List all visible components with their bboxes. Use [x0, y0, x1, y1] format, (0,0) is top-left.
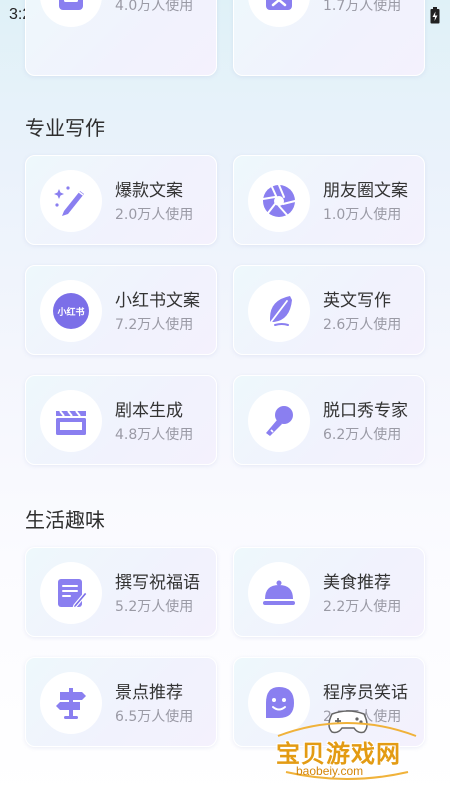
- battery-icon: [430, 6, 440, 23]
- card-title: 脱口秀专家: [323, 401, 408, 421]
- clapperboard-icon: [56, 410, 86, 435]
- card-icon-container: 小红书: [40, 280, 102, 342]
- tool-card-partial-1[interactable]: 4.0万人使用: [25, 0, 217, 76]
- tool-card-moments-copy[interactable]: 朋友圈文案 1.0万人使用: [233, 155, 425, 245]
- card-icon-container: [40, 562, 102, 624]
- card-icon-container: [40, 390, 102, 452]
- card-icon-container: [248, 390, 310, 452]
- tool-card-food-recommendation[interactable]: 美食推荐 2.2万人使用: [233, 547, 425, 637]
- card-usage: 6.2万人使用: [323, 427, 402, 443]
- food-cloche-icon: [263, 580, 295, 605]
- card-usage: 1.7万人使用: [323, 0, 402, 14]
- card-usage: 2.0万人使用: [115, 207, 194, 223]
- watermark: 宝贝游戏网 baobeiy.com: [272, 706, 422, 780]
- card-title: 景点推荐: [115, 683, 183, 703]
- xiaohongshu-icon-text: 小红书: [57, 307, 85, 318]
- card-usage: 5.2万人使用: [115, 599, 194, 615]
- tool-card-partial-2[interactable]: 1.7万人使用: [233, 0, 425, 76]
- card-usage: 2.2万人使用: [323, 599, 402, 615]
- card-icon-container: [248, 280, 310, 342]
- card-usage: 6.5万人使用: [115, 709, 194, 725]
- card-icon-container: [40, 170, 102, 232]
- tool-card-xiaohongshu-copy[interactable]: 小红书 小红书文案 7.2万人使用: [25, 265, 217, 355]
- tool-card-viral-copy[interactable]: 爆款文案 2.0万人使用: [25, 155, 217, 245]
- section-title-professional-writing: 专业写作: [25, 116, 105, 140]
- card-title: 撰写祝福语: [115, 573, 200, 593]
- tool-card-english-writing[interactable]: 英文写作 2.6万人使用: [233, 265, 425, 355]
- tool-card-attraction-recommendation[interactable]: 景点推荐 6.5万人使用: [25, 657, 217, 747]
- card-icon-container: [40, 672, 102, 734]
- watermark-url: baobeiy.com: [296, 764, 364, 778]
- card-title: 朋友圈文案: [323, 181, 408, 201]
- card-title: 英文写作: [323, 291, 391, 311]
- translate-icon: [266, 0, 292, 10]
- card-title: 程序员笑话: [323, 683, 408, 703]
- card-usage: 7.2万人使用: [115, 317, 194, 333]
- card-icon-container: [40, 0, 102, 27]
- card-usage: 2.6万人使用: [323, 317, 402, 333]
- tool-card-standup-expert[interactable]: 脱口秀专家 6.2万人使用: [233, 375, 425, 465]
- card-icon-container: [248, 170, 310, 232]
- aperture-icon: [262, 184, 296, 217]
- tool-card-greetings[interactable]: 撰写祝福语 5.2万人使用: [25, 547, 217, 637]
- signpost-icon: [56, 688, 86, 719]
- card-title: 爆款文案: [115, 181, 183, 201]
- card-title: 剧本生成: [115, 401, 183, 421]
- xiaohongshu-icon: 小红书: [53, 293, 89, 329]
- card-icon-container: [248, 0, 310, 27]
- feather-icon: [267, 296, 292, 327]
- card-title: 小红书文案: [115, 291, 200, 311]
- card-usage: 4.8万人使用: [115, 427, 194, 443]
- card-usage: 1.0万人使用: [323, 207, 402, 223]
- card-icon-container: [248, 562, 310, 624]
- card-usage: 4.0万人使用: [115, 0, 194, 14]
- microphone-icon: [266, 406, 293, 436]
- document-icon: [59, 0, 83, 10]
- card-title: 美食推荐: [323, 573, 391, 593]
- greeting-note-icon: [58, 579, 88, 609]
- section-title-life-fun: 生活趣味: [25, 508, 105, 532]
- tool-card-script-generation[interactable]: 剧本生成 4.8万人使用: [25, 375, 217, 465]
- magic-pen-icon: [54, 186, 84, 216]
